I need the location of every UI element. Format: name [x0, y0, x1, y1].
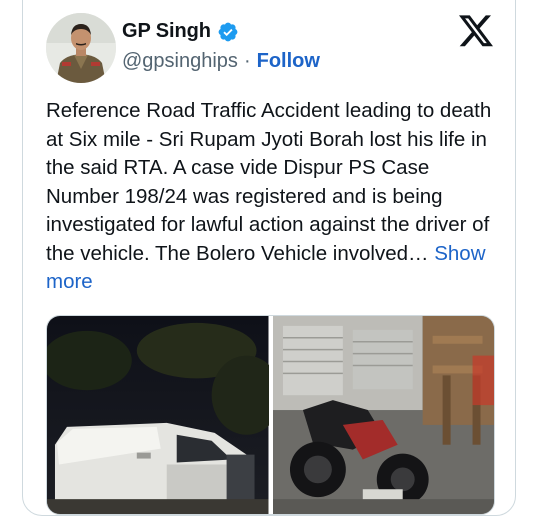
motorcycle-photo[interactable] [272, 316, 494, 514]
tweet-text: Reference Road Traffic Accident leading … [46, 99, 492, 265]
separator: · [243, 50, 251, 72]
media-grid [46, 315, 495, 515]
x-logo-icon[interactable] [459, 15, 493, 47]
follow-button[interactable]: Follow [257, 50, 320, 73]
author-display-name[interactable]: GP Singh [122, 20, 211, 43]
author-handle[interactable]: @gpsinghips [122, 50, 238, 73]
tweet-body: Reference Road Traffic Accident leading … [46, 97, 492, 297]
avatar[interactable] [46, 13, 116, 83]
overturned-vehicle-photo[interactable] [47, 316, 269, 514]
verified-badge-icon [218, 22, 238, 41]
